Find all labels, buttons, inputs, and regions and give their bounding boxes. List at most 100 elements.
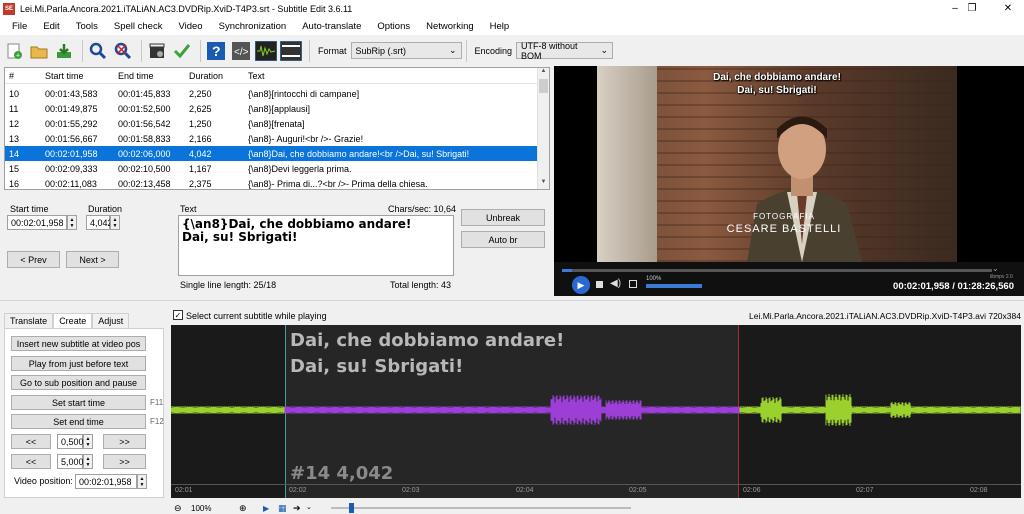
table-cell: 00:01:58,833 — [118, 133, 171, 144]
source-view-icon[interactable]: </> — [230, 40, 252, 62]
volume-slider[interactable] — [646, 284, 702, 288]
encoding-select[interactable]: UTF-8 without BOM ⌄ — [516, 41, 614, 61]
col-duration[interactable]: Duration — [185, 71, 244, 81]
menu-tools[interactable]: Tools — [68, 21, 106, 32]
step-large-input[interactable]: 5,000 — [57, 454, 84, 469]
duration-input[interactable]: 4,042 — [86, 215, 113, 230]
menu-options[interactable]: Options — [369, 21, 418, 32]
table-row[interactable]: 16 00:02:11,083 00:02:13,458 2,375 {\an8}- P… — [5, 176, 538, 191]
table-row[interactable]: 10 00:01:43,583 00:01:45,833 2,250 {\an8}[ri… — [5, 86, 538, 101]
slider-thumb[interactable] — [349, 503, 354, 513]
forward-large-button[interactable]: >> — [103, 454, 146, 469]
forward-small-button[interactable]: >> — [103, 434, 146, 449]
menu-file[interactable]: File — [4, 21, 35, 32]
waveform-subtitle-number: #14 4,042 — [290, 463, 394, 484]
back-large-button[interactable]: << — [11, 454, 51, 469]
start-time-input[interactable]: 00:02:01,958 — [7, 215, 67, 230]
col-start-time[interactable]: Start time — [41, 71, 114, 81]
zoom-in-icon[interactable]: ⊕ — [239, 503, 247, 514]
tab-translate[interactable]: Translate — [4, 313, 54, 328]
man-figure — [747, 116, 862, 262]
table-row[interactable]: 15 00:02:09,333 00:02:10,500 1,167 {\an8}Dev… — [5, 161, 538, 176]
subtitle-text-editor[interactable]: {\an8}Dai, che dobbiamo andare! Dai, su!… — [178, 215, 454, 276]
menu-bar: File Edit Tools Spell check Video Synchr… — [0, 17, 1024, 35]
table-row[interactable]: 11 00:01:49,875 00:01:52,500 2,625 {\an8}[ap… — [5, 101, 538, 116]
chevron-down-icon[interactable]: ⌄ — [306, 503, 312, 511]
app-icon: SE — [3, 2, 15, 15]
table-row[interactable]: 14 00:02:01,958 00:02:06,000 4,042 {\an8}Dai… — [5, 146, 538, 161]
speaker-icon[interactable]: ◀) — [610, 278, 621, 289]
play-selection-icon[interactable]: ▶ — [263, 504, 269, 513]
list-scrollbar[interactable]: ▲ ▼ — [537, 68, 549, 189]
waveform-toggle-icon[interactable] — [255, 40, 277, 62]
auto-br-button[interactable]: Auto br — [461, 231, 545, 248]
menu-auto-translate[interactable]: Auto-translate — [294, 21, 369, 32]
tab-adjust[interactable]: Adjust — [92, 313, 130, 328]
video-menu-icon[interactable]: ⌄ — [992, 264, 999, 273]
menu-spell-check[interactable]: Spell check — [106, 21, 171, 32]
table-row[interactable]: 13 00:01:56,667 00:01:58,833 2,166 {\an8}- A… — [5, 131, 538, 146]
chevron-down-icon: ⌄ — [600, 45, 609, 55]
zoom-out-icon[interactable]: ⊖ — [174, 503, 182, 514]
set-end-button[interactable]: Set end time — [11, 414, 146, 429]
format-select[interactable]: SubRip (.srt) ⌄ — [350, 42, 462, 59]
table-cell: 2,166 — [189, 133, 212, 144]
step-small-spinner[interactable]: ▲ ▼ — [83, 434, 93, 449]
visual-sync-icon[interactable] — [146, 40, 168, 62]
unbreak-button[interactable]: Unbreak — [461, 209, 545, 226]
open-folder-icon[interactable] — [28, 40, 50, 62]
table-row[interactable]: 12 00:01:55,292 00:01:56,542 1,250 {\an8}[fr… — [5, 116, 538, 131]
menu-edit[interactable]: Edit — [35, 21, 67, 32]
time-tick: 02:08 — [970, 487, 988, 494]
video-subtitle-line: Dai, che dobbiamo andare! — [713, 72, 841, 83]
goto-sub-button[interactable]: Go to sub position and pause — [11, 375, 146, 390]
save-download-icon[interactable] — [53, 40, 75, 62]
tab-create[interactable]: Create — [53, 313, 93, 328]
grid-icon[interactable]: ▦ — [278, 503, 287, 514]
seek-bar[interactable] — [562, 269, 992, 272]
table-cell: 00:01:55,292 — [45, 118, 98, 129]
help-icon[interactable]: ? — [205, 40, 227, 62]
table-cell: 00:02:09,333 — [45, 163, 98, 174]
close-button[interactable]: ✕ — [994, 0, 1022, 17]
select-while-playing-checkbox[interactable]: ✓ — [173, 310, 183, 320]
arrow-icon[interactable]: ➔ — [293, 503, 301, 514]
step-small-input[interactable]: 0,500 — [57, 434, 84, 449]
new-file-icon[interactable]: + — [3, 40, 25, 62]
create-panel: Insert new subtitle at video pos Play fr… — [4, 328, 164, 498]
waveform[interactable]: Dai, che dobbiamo andare! Dai, su! Sbrig… — [171, 325, 1021, 498]
waveform-selected — [284, 395, 740, 425]
video-position-input[interactable]: 00:02:01,958 — [75, 474, 137, 489]
start-time-spinner[interactable]: ▲ ▼ — [67, 215, 77, 230]
set-start-button[interactable]: Set start time — [11, 395, 146, 410]
menu-video[interactable]: Video — [170, 21, 210, 32]
menu-networking[interactable]: Networking — [418, 21, 482, 32]
table-cell: 00:01:56,667 — [45, 133, 98, 144]
fullscreen-icon[interactable] — [629, 280, 637, 288]
maximize-button[interactable]: ❐ — [958, 0, 986, 17]
insert-subtitle-button[interactable]: Insert new subtitle at video pos — [11, 336, 146, 351]
table-cell: 2,375 — [189, 178, 212, 189]
waveform-position-slider[interactable] — [331, 507, 631, 509]
replace-icon[interactable] — [112, 40, 134, 62]
svg-text:</>: </> — [234, 47, 249, 58]
spell-check-icon[interactable] — [171, 40, 193, 62]
video-position-spinner[interactable]: ▲ ▼ — [137, 474, 147, 489]
menu-help[interactable]: Help — [482, 21, 518, 32]
play-icon[interactable]: ▶ — [572, 276, 590, 294]
search-icon[interactable] — [87, 40, 109, 62]
video-player[interactable]: Dai, che dobbiamo andare! Dai, su! Sbrig… — [554, 66, 1024, 296]
col-text[interactable]: Text — [244, 71, 265, 81]
col-end-time[interactable]: End time — [114, 71, 185, 81]
duration-spinner[interactable]: ▲ ▼ — [110, 215, 120, 230]
menu-synchronization[interactable]: Synchronization — [211, 21, 295, 32]
play-before-button[interactable]: Play from just before text — [11, 356, 146, 371]
video-player-toggle-icon[interactable] — [280, 40, 302, 62]
next-button[interactable]: Next > — [66, 251, 119, 268]
prev-button[interactable]: < Prev — [7, 251, 60, 268]
step-large-spinner[interactable]: ▲ ▼ — [83, 454, 93, 469]
stop-icon[interactable] — [596, 281, 603, 288]
col-number[interactable]: # — [5, 71, 41, 81]
single-line-length: Single line length: 25/18 — [180, 280, 277, 290]
back-small-button[interactable]: << — [11, 434, 51, 449]
